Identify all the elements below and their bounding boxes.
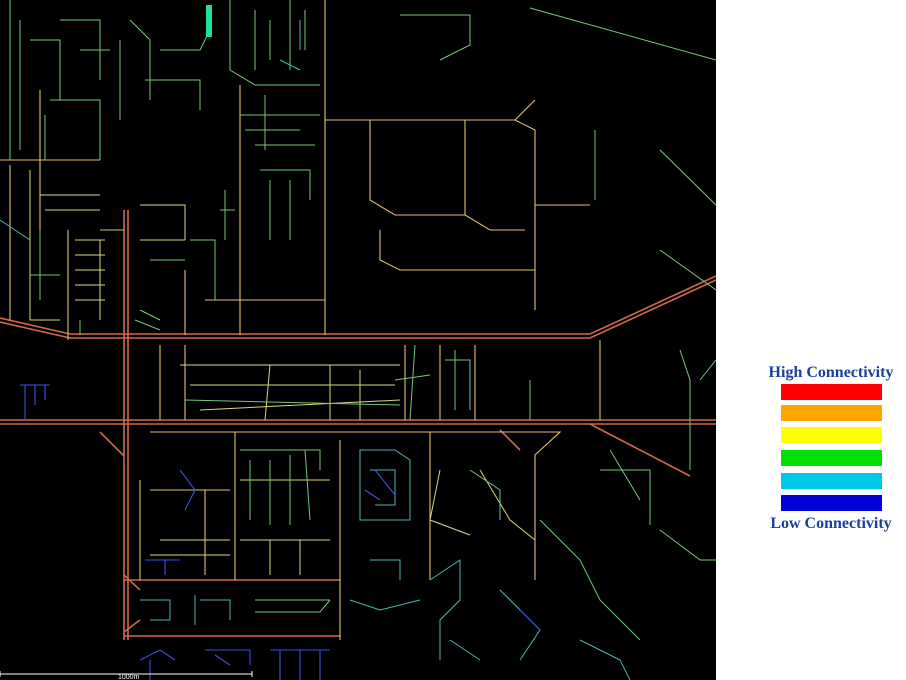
local-roads-yellow [29,170,536,580]
scale-bar: 1000m [0,671,253,680]
local-roads-cyan [0,20,631,680]
legend-high-label: High Connectivity [768,364,894,381]
street-network-canvas: 1000m [0,0,716,680]
scale-bar-label: 1000m [118,674,140,680]
local-roads-green [9,0,716,641]
legend-swatch-cyan [781,473,882,489]
arterial-roads [0,210,716,640]
legend-swatch-yellow [781,427,882,443]
legend-swatch-orange [781,405,882,421]
highlighted-road-segment [206,5,212,37]
legend-swatch-blue [781,495,882,511]
legend-low-label: Low Connectivity [770,515,892,532]
street-network-map: 1000m [0,0,716,680]
connectivity-legend: High Connectivity Low Connectivity [756,360,906,540]
legend-swatch-red [781,384,882,400]
legend-swatch-green [781,450,882,466]
